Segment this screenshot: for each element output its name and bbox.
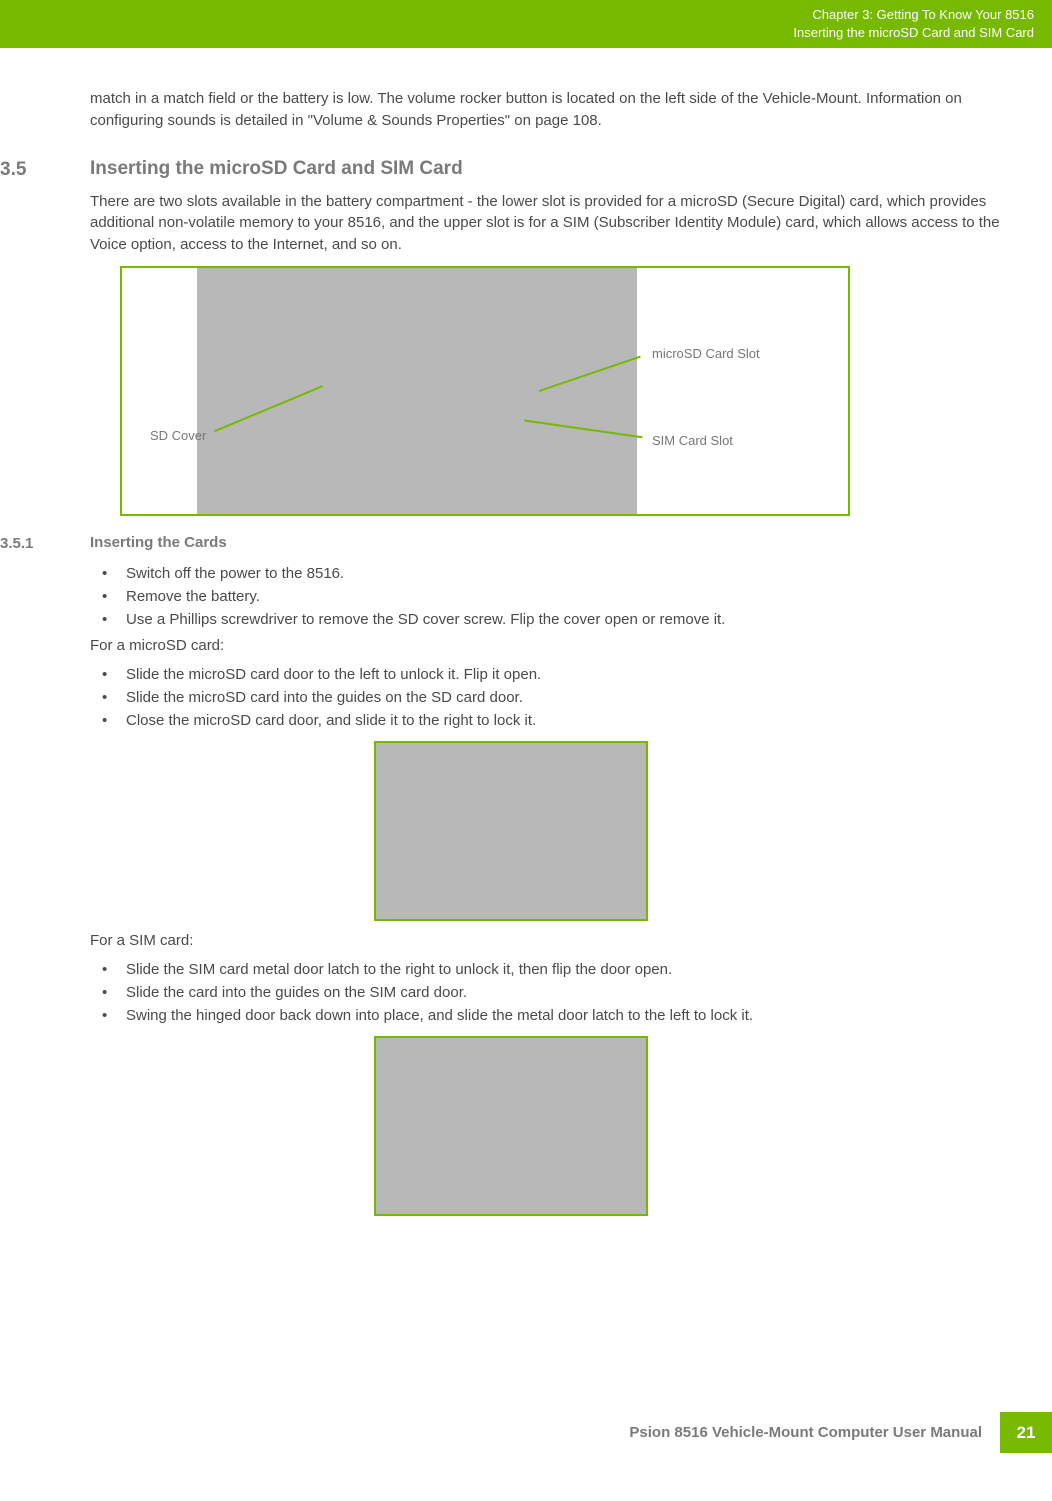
header-chapter-line: Chapter 3: Getting To Know Your 8516: [793, 6, 1034, 24]
list-item: •Close the microSD card door, and slide …: [90, 709, 1002, 732]
list-item: •Switch off the power to the 8516.: [90, 562, 1002, 585]
page-content: match in a match field or the battery is…: [0, 48, 1052, 1216]
list-item-text: Switch off the power to the 8516.: [126, 562, 1002, 585]
section-number: 3.5: [0, 158, 90, 181]
section-3-5-paragraph: There are two slots available in the bat…: [90, 191, 1002, 256]
figure-photo-placeholder: [197, 268, 637, 514]
bullet-icon: •: [90, 709, 126, 732]
figure-sim-door: [374, 1036, 648, 1216]
bullet-icon: •: [90, 686, 126, 709]
page-header: Chapter 3: Getting To Know Your 8516 Ins…: [0, 0, 1052, 48]
footer-page-number: 21: [1000, 1412, 1052, 1453]
section-title: Inserting the microSD Card and SIM Card: [90, 158, 463, 181]
list-item-text: Use a Phillips screwdriver to remove the…: [126, 608, 1002, 631]
list-item-text: Slide the microSD card door to the left …: [126, 663, 1002, 686]
figure-card-slots: SD Cover microSD Card Slot SIM Card Slot: [120, 266, 850, 516]
footer-manual-title: Psion 8516 Vehicle-Mount Computer User M…: [611, 1412, 1000, 1453]
bullet-icon: •: [90, 585, 126, 608]
bullet-list-b: •Slide the microSD card door to the left…: [90, 663, 1002, 733]
page-footer: Psion 8516 Vehicle-Mount Computer User M…: [611, 1412, 1052, 1453]
list-item-text: Close the microSD card door, and slide i…: [126, 709, 1002, 732]
bullet-icon: •: [90, 1004, 126, 1027]
figure-label-sd-cover: SD Cover: [150, 428, 206, 443]
figure-microsd-door: [374, 741, 648, 921]
intro-continuation-paragraph: match in a match field or the battery is…: [90, 88, 1002, 132]
bullet-icon: •: [90, 981, 126, 1004]
list-item: •Remove the battery.: [90, 585, 1002, 608]
list-item: •Swing the hinged door back down into pl…: [90, 1004, 1002, 1027]
for-sim-line: For a SIM card:: [90, 929, 1002, 952]
list-item: •Slide the microSD card into the guides …: [90, 686, 1002, 709]
section-3-5-1-heading: 3.5.1 Inserting the Cards: [0, 534, 1022, 552]
list-item-text: Slide the card into the guides on the SI…: [126, 981, 1002, 1004]
bullet-icon: •: [90, 562, 126, 585]
figure-label-sim-slot: SIM Card Slot: [652, 433, 733, 448]
subsection-title: Inserting the Cards: [90, 534, 227, 552]
list-item-text: Slide the SIM card metal door latch to t…: [126, 958, 1002, 981]
header-section-line: Inserting the microSD Card and SIM Card: [793, 24, 1034, 42]
list-item-text: Remove the battery.: [126, 585, 1002, 608]
list-item-text: Swing the hinged door back down into pla…: [126, 1004, 1002, 1027]
list-item: •Slide the card into the guides on the S…: [90, 981, 1002, 1004]
bullet-list-c: •Slide the SIM card metal door latch to …: [90, 958, 1002, 1028]
bullet-list-a: •Switch off the power to the 8516. •Remo…: [90, 562, 1002, 632]
figure-label-microsd-slot: microSD Card Slot: [652, 346, 760, 361]
subsection-number: 3.5.1: [0, 534, 90, 552]
list-item: •Slide the microSD card door to the left…: [90, 663, 1002, 686]
section-3-5-heading: 3.5 Inserting the microSD Card and SIM C…: [0, 158, 1022, 181]
bullet-icon: •: [90, 663, 126, 686]
list-item: •Use a Phillips screwdriver to remove th…: [90, 608, 1002, 631]
bullet-icon: •: [90, 958, 126, 981]
list-item-text: Slide the microSD card into the guides o…: [126, 686, 1002, 709]
list-item: •Slide the SIM card metal door latch to …: [90, 958, 1002, 981]
bullet-icon: •: [90, 608, 126, 631]
for-microsd-line: For a microSD card:: [90, 634, 1002, 657]
